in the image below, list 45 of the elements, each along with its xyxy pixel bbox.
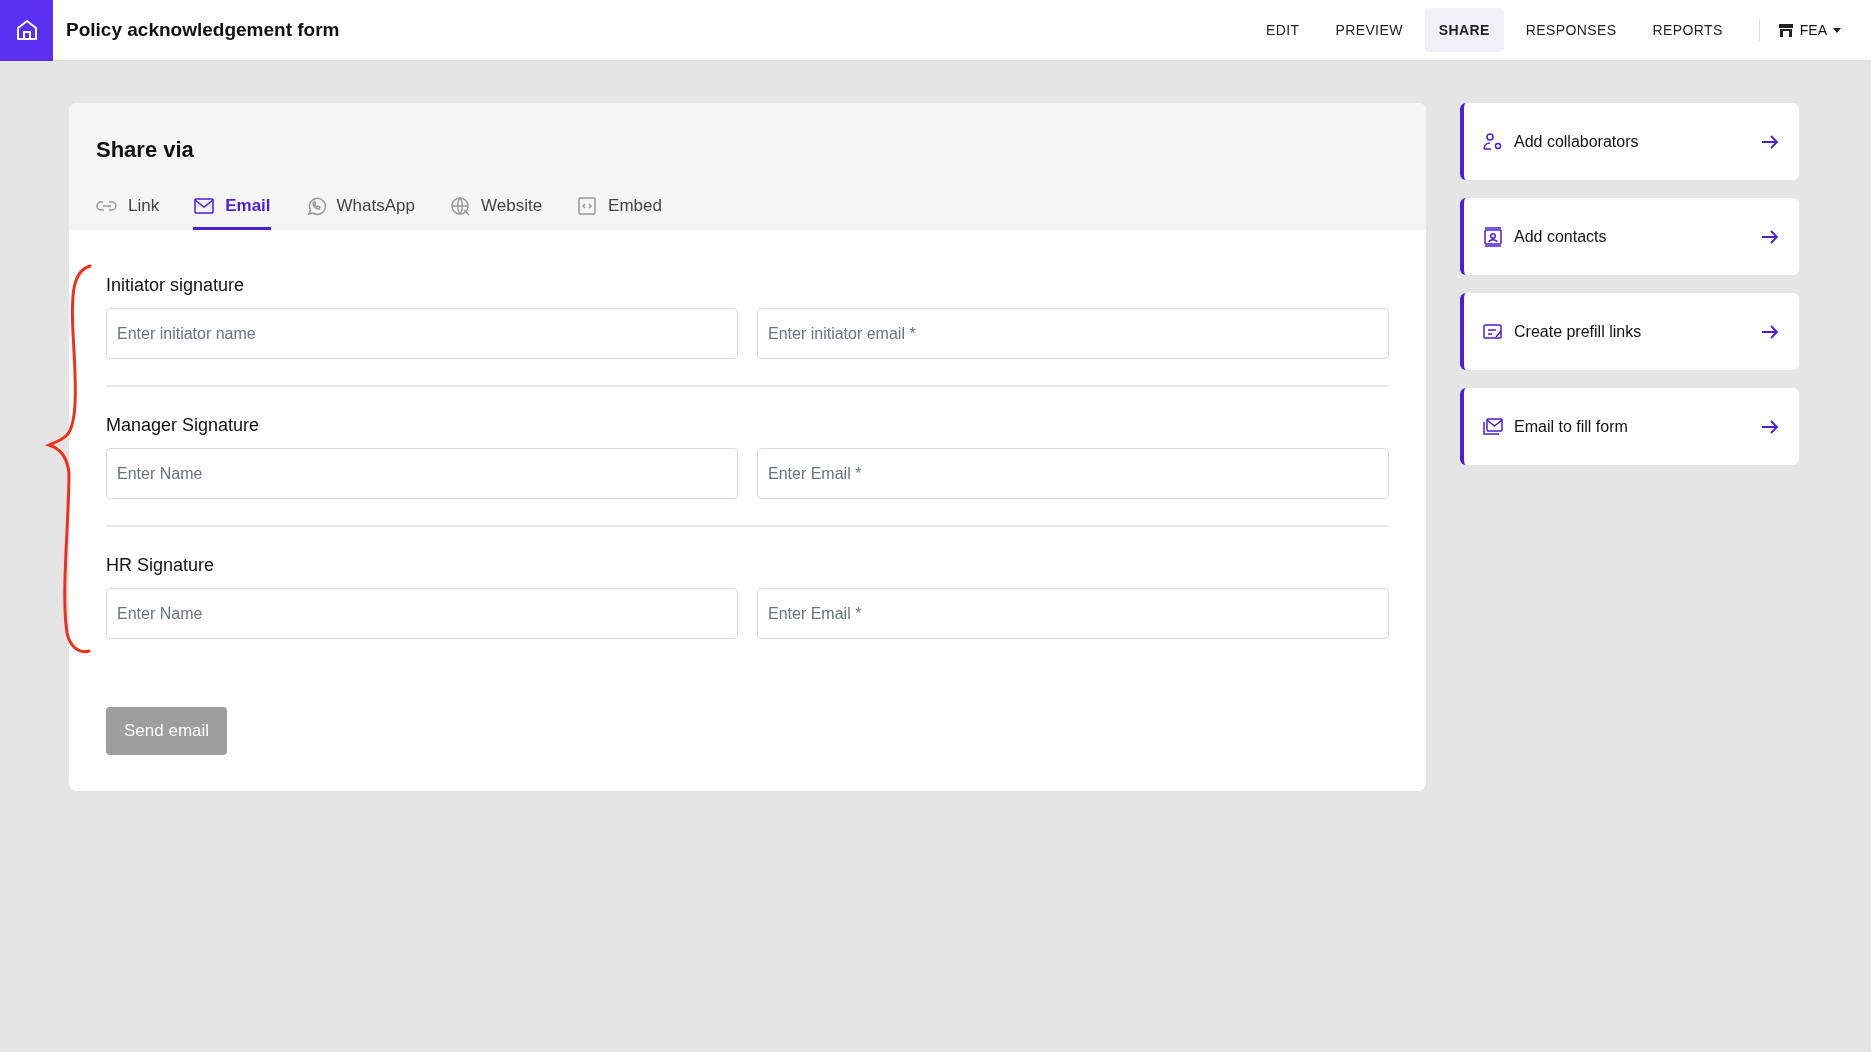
action-card[interactable]: Add collaborators	[1460, 103, 1799, 180]
action-label: Email to fill form	[1514, 417, 1629, 436]
action-label: Create prefill links	[1514, 322, 1643, 341]
workspace-menu[interactable]: FEA	[1777, 22, 1841, 38]
globe-icon	[449, 195, 471, 217]
name-field[interactable]: Enter Name	[106, 448, 738, 499]
section-label: Initiator signature	[106, 275, 246, 296]
nav-tab[interactable]: EDIT	[1251, 8, 1314, 52]
envelope-icon	[193, 195, 216, 217]
arrow-right-icon	[1761, 228, 1779, 245]
action-card[interactable]: Create prefill links	[1460, 293, 1799, 370]
nav-tab[interactable]: REPORTS	[1638, 8, 1737, 52]
store-icon	[1777, 22, 1794, 38]
user-gear-icon	[1482, 130, 1504, 153]
section-label: Manager Signature	[106, 415, 261, 436]
home-icon	[14, 18, 39, 42]
channel-tab[interactable]: Embed	[576, 187, 662, 230]
action-label: Add collaborators	[1514, 132, 1640, 151]
name-field[interactable]: Enter Name	[106, 588, 738, 639]
home-button[interactable]	[0, 0, 53, 61]
form-title: Policy acknowledgement form	[66, 19, 341, 41]
channel-tab[interactable]: Email	[193, 187, 271, 230]
email-field[interactable]: Enter Email *	[757, 588, 1389, 639]
nav-tab[interactable]: SHARE	[1424, 8, 1504, 52]
contact-card-icon	[1482, 225, 1504, 248]
channel-tab[interactable]: Website	[449, 187, 543, 230]
nav-tab[interactable]: PREVIEW	[1321, 8, 1417, 52]
code-icon	[576, 195, 599, 217]
action-card[interactable]: Email to fill form	[1460, 388, 1799, 465]
share-title: Share via	[96, 137, 195, 163]
section-label: HR Signature	[106, 555, 216, 576]
arrow-right-icon	[1761, 133, 1779, 150]
envelope-stack-icon	[1482, 415, 1504, 438]
nav-tab[interactable]: RESPONSES	[1511, 8, 1631, 52]
action-card[interactable]: Add contacts	[1460, 198, 1799, 275]
email-field[interactable]: Enter Email *	[757, 448, 1389, 499]
arrow-right-icon	[1761, 323, 1779, 340]
arrow-right-icon	[1761, 418, 1779, 435]
channel-tab[interactable]: Link	[96, 187, 160, 230]
action-label: Add contacts	[1514, 227, 1608, 246]
workspace-name: FEA	[1799, 22, 1827, 38]
channel-tab[interactable]: WhatsApp	[304, 187, 415, 230]
name-field[interactable]: Enter initiator name	[106, 308, 738, 359]
caret-icon	[1833, 27, 1841, 33]
email-field[interactable]: Enter initiator email *	[757, 308, 1389, 359]
